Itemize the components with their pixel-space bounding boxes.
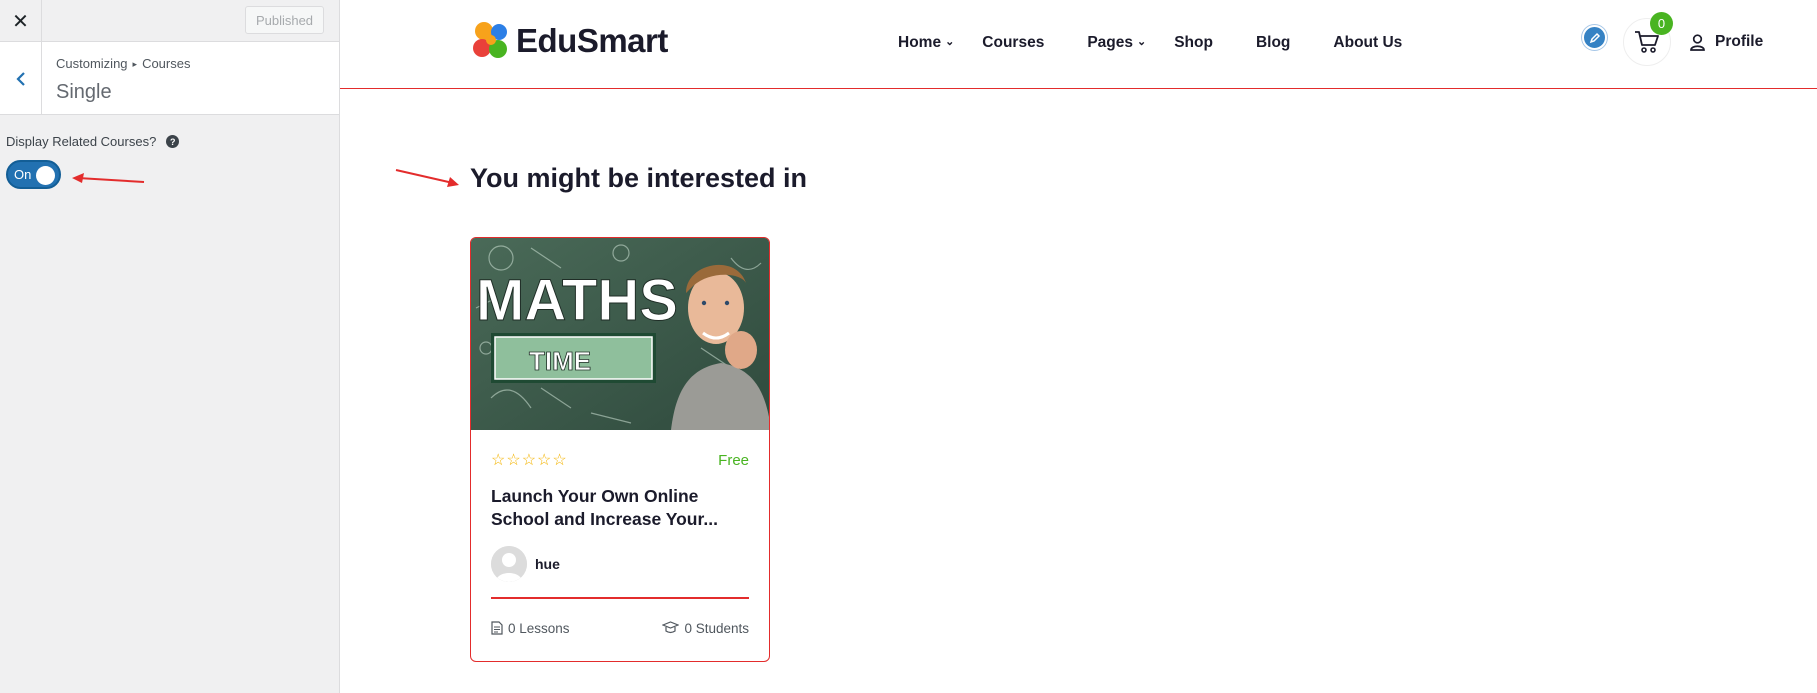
- course-price: Free: [718, 451, 749, 469]
- site-preview: EduSmart Home ⌄ Courses Pages ⌄ Shop Blo…: [340, 0, 1817, 693]
- breadcrumb-separator: ▸: [132, 59, 138, 69]
- document-icon: [491, 621, 503, 635]
- chevron-down-icon: ⌄: [1137, 35, 1147, 48]
- card-divider: [491, 597, 749, 599]
- nav-item-courses[interactable]: Courses: [982, 34, 1044, 52]
- nav-item-pages[interactable]: Pages ⌄: [1087, 34, 1146, 52]
- breadcrumb-root: Customizing: [56, 56, 128, 71]
- nav-item-home[interactable]: Home ⌄: [898, 34, 954, 52]
- author-name: hue: [535, 556, 560, 572]
- nav-label: About Us: [1333, 34, 1403, 51]
- avatar: [491, 546, 527, 582]
- nav-item-about-us[interactable]: About Us: [1333, 34, 1402, 52]
- nav-label: Courses: [982, 34, 1045, 51]
- course-thumbnail[interactable]: MATHS TIME: [471, 238, 769, 430]
- graduation-cap-icon: [662, 621, 680, 634]
- published-button[interactable]: Published: [245, 6, 324, 34]
- help-icon[interactable]: ?: [166, 135, 180, 148]
- customizer-panel: ✕ Published Customizing ▸ Courses Single D…: [0, 0, 340, 693]
- nav-label: Home: [898, 34, 942, 51]
- user-avatar-icon: [491, 546, 527, 582]
- toggle-knob: [36, 166, 55, 185]
- chevron-down-icon: ⌄: [945, 35, 955, 48]
- students-label: 0 Students: [684, 620, 749, 636]
- lessons-count: 0 Lessons: [491, 621, 570, 636]
- nav-label: Pages: [1087, 34, 1133, 51]
- display-related-toggle[interactable]: On: [6, 160, 61, 189]
- nav-label: Shop: [1174, 34, 1213, 51]
- course-card[interactable]: MATHS TIME ☆☆☆☆☆ Free Launch Your Own On…: [470, 237, 770, 662]
- customizer-section-header: Customizing ▸ Courses Single: [0, 42, 339, 115]
- thumb-text-time: TIME: [529, 346, 591, 376]
- control-label-row: Display Related Courses? ?: [6, 134, 180, 149]
- thumb-text-maths: MATHS: [476, 268, 678, 333]
- site-header: EduSmart Home ⌄ Courses Pages ⌄ Shop Blo…: [340, 0, 1817, 89]
- course-image: MATHS TIME: [471, 238, 769, 430]
- rating-stars: ☆☆☆☆☆: [491, 452, 568, 469]
- breadcrumb: Customizing ▸ Courses: [56, 56, 190, 71]
- puzzle-logo-icon: [473, 22, 507, 58]
- course-author[interactable]: hue: [491, 546, 749, 582]
- profile-label: Profile: [1715, 33, 1764, 50]
- annotation-arrow-right: [395, 169, 459, 187]
- breadcrumb-current: Courses: [142, 56, 191, 71]
- back-button[interactable]: [0, 42, 42, 115]
- cart-count-badge: 0: [1650, 12, 1673, 35]
- pencil-icon: [1589, 32, 1600, 43]
- chevron-left-icon: [15, 71, 25, 86]
- course-stats: 0 Lessons 0 Students: [491, 621, 749, 636]
- students-count: 0 Students: [662, 621, 749, 636]
- user-icon: [1690, 33, 1705, 51]
- section-title: Single: [56, 81, 112, 103]
- toggle-label: On: [14, 167, 32, 182]
- site-logo[interactable]: EduSmart: [471, 20, 668, 62]
- related-courses-heading: You might be interested in: [470, 163, 808, 193]
- profile-link[interactable]: Profile: [1690, 33, 1763, 51]
- main-nav: Home ⌄ Courses Pages ⌄ Shop Blog About U…: [898, 34, 1402, 52]
- logo-text: EduSmart: [516, 22, 668, 59]
- nav-label: Blog: [1255, 34, 1291, 51]
- nav-item-shop[interactable]: Shop: [1174, 34, 1213, 52]
- display-related-label: Display Related Courses?: [6, 134, 157, 149]
- edit-shortcut-button[interactable]: [1582, 25, 1607, 50]
- annotation-arrow-left: [72, 173, 145, 183]
- close-customizer-button[interactable]: ✕: [0, 0, 42, 42]
- close-icon: ✕: [12, 10, 29, 33]
- course-meta: ☆☆☆☆☆ Free: [491, 450, 749, 470]
- customizer-header: ✕ Published: [0, 0, 339, 42]
- course-title[interactable]: Launch Your Own Online School and Increa…: [491, 485, 749, 531]
- lessons-label: 0 Lessons: [508, 620, 570, 636]
- course-card-body: ☆☆☆☆☆ Free Launch Your Own Online School…: [471, 450, 769, 636]
- nav-item-blog[interactable]: Blog: [1256, 34, 1290, 52]
